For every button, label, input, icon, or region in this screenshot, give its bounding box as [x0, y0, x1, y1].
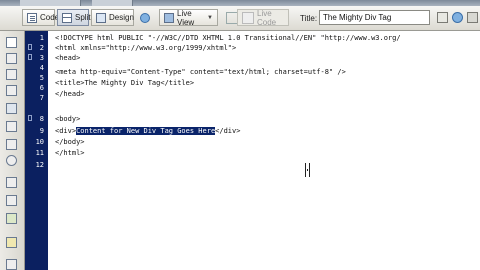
line-number-gutter: 1 2 3 4 5 6 7 8 9 10 11 12	[25, 31, 48, 270]
line-number: 1	[39, 34, 44, 42]
fold-marker-icon[interactable]	[28, 54, 32, 60]
title-label: Title:	[300, 14, 318, 23]
code-line: <body>	[55, 115, 81, 123]
design-view-button[interactable]: Design	[91, 9, 134, 26]
live-code-button[interactable]: Live Code	[237, 8, 289, 27]
design-view-label: Design	[109, 13, 134, 22]
split-view-icon	[62, 12, 72, 23]
fold-marker-icon[interactable]	[28, 115, 32, 121]
design-view-icon	[96, 12, 106, 23]
line-number: 5	[39, 74, 44, 82]
code-view-button[interactable]: Code	[22, 9, 59, 26]
code-line: <title>The Mighty Div Tag</title>	[55, 79, 195, 87]
chevron-down-icon: ▼	[207, 14, 213, 21]
live-view-label: Live View	[177, 8, 195, 27]
line-number: 9	[39, 127, 44, 135]
refresh-icon[interactable]	[467, 12, 478, 23]
line-number: 11	[35, 149, 44, 157]
fold-marker-icon[interactable]	[28, 44, 32, 50]
wrap-tag-icon[interactable]	[6, 213, 17, 224]
live-code-label: Live Code	[257, 8, 277, 27]
preview-in-browser-icon[interactable]	[452, 12, 463, 23]
collapse-tag-icon[interactable]	[6, 53, 17, 64]
code-line-selected: <div>Content for New Div Tag Goes Here</…	[55, 126, 240, 136]
recent-snippets-icon[interactable]	[6, 237, 17, 248]
line-number: 12	[35, 161, 44, 169]
line-number: 6	[39, 84, 44, 92]
code-line: <html xmlns="http://www.w3.org/1999/xhtm…	[55, 44, 237, 52]
document-toolbar: Code Split Design Live View ▼ Live Code …	[0, 6, 480, 31]
inspect-icon[interactable]	[222, 9, 238, 26]
file-management-icon[interactable]	[437, 12, 448, 23]
line-number: 7	[39, 94, 44, 102]
collapse-selection-icon[interactable]	[6, 69, 17, 80]
code-line: <head>	[55, 54, 81, 62]
selected-text: Content for New Div Tag Goes Here	[76, 127, 216, 135]
code-line: </body>	[55, 138, 85, 146]
split-view-button[interactable]: Split	[57, 9, 91, 26]
select-parent-tag-icon[interactable]	[6, 103, 17, 114]
code-view-icon	[27, 12, 37, 23]
live-mode-icon-button[interactable]	[136, 9, 150, 26]
move-css-icon[interactable]	[6, 259, 17, 270]
line-number: 2	[39, 44, 44, 52]
code-line-prefix: <div>	[55, 127, 77, 135]
live-view-button[interactable]: Live View ▼	[159, 8, 218, 27]
code-line: </head>	[55, 90, 85, 98]
line-number: 8	[39, 115, 44, 123]
code-line: </html>	[55, 149, 85, 157]
page-title-input[interactable]: The Mighty Div Tag	[319, 10, 430, 25]
live-view-icon	[164, 12, 174, 23]
globe-icon	[140, 12, 150, 23]
code-line: <!DOCTYPE html PUBLIC "-//W3C//DTD XHTML…	[55, 34, 401, 42]
line-number: 10	[35, 138, 44, 146]
highlight-invalid-code-icon[interactable]	[6, 155, 17, 166]
open-documents-icon[interactable]	[6, 37, 17, 48]
expand-all-icon[interactable]	[6, 85, 17, 96]
code-editor[interactable]: <!DOCTYPE html PUBLIC "-//W3C//DTD XHTML…	[48, 31, 480, 270]
code-line-suffix: </div>	[215, 127, 241, 135]
apply-comment-icon[interactable]	[6, 177, 17, 188]
code-line: <meta http-equiv="Content-Type" content=…	[55, 68, 346, 76]
balance-braces-icon[interactable]	[6, 121, 17, 132]
line-number: 3	[39, 54, 44, 62]
live-code-icon	[242, 11, 254, 24]
remove-comment-icon[interactable]	[6, 195, 17, 206]
text-cursor-icon	[305, 163, 310, 177]
line-number: 4	[39, 64, 44, 72]
line-numbers-icon[interactable]	[6, 139, 17, 150]
split-view-label: Split	[75, 13, 91, 22]
coding-toolbar	[0, 31, 25, 270]
